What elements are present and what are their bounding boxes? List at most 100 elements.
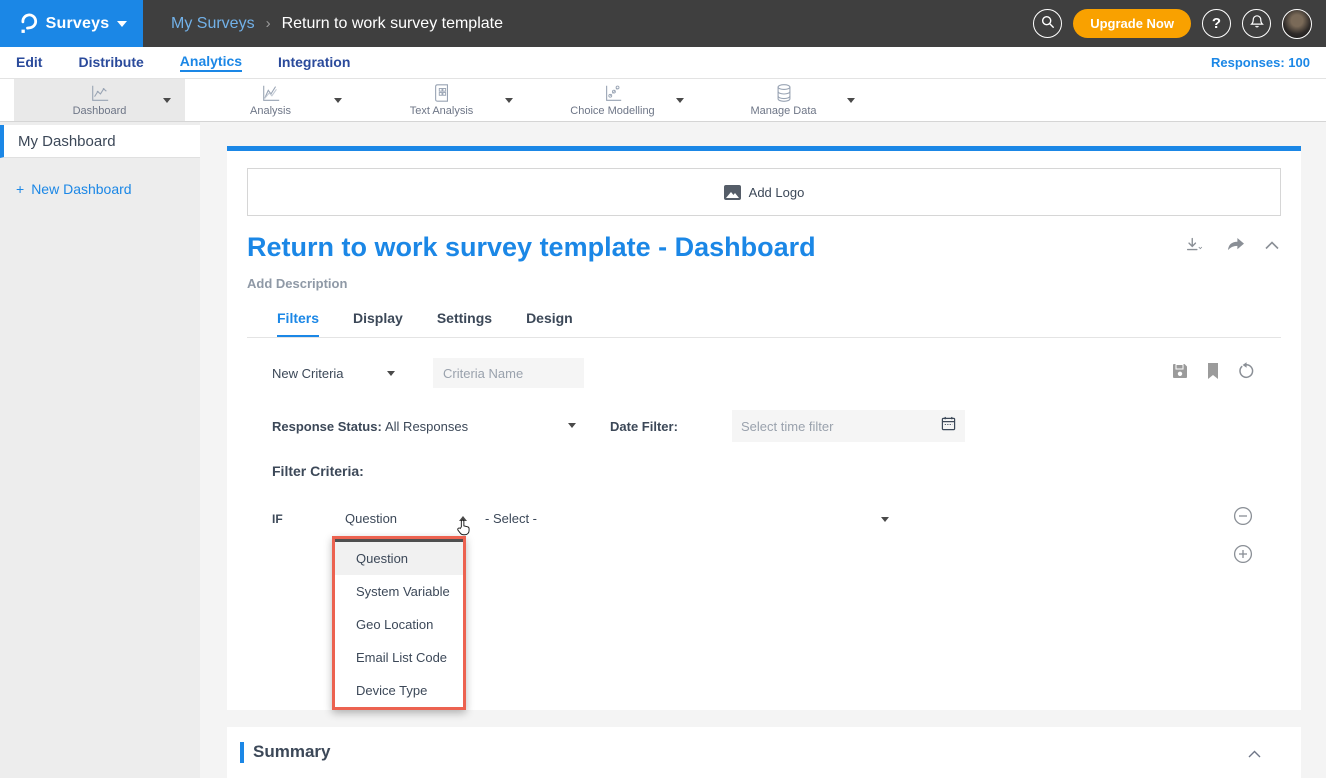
help-button[interactable]: ? xyxy=(1202,9,1231,38)
dropdown-option-geo-location[interactable]: Geo Location xyxy=(335,608,463,641)
toolbar-dashboard-label: Dashboard xyxy=(73,105,127,117)
if-label: IF xyxy=(272,512,283,526)
new-dashboard-label: New Dashboard xyxy=(31,181,131,197)
breadcrumb-my-surveys[interactable]: My Surveys xyxy=(171,15,255,33)
calendar-icon xyxy=(941,416,956,436)
card-accent-bar xyxy=(227,146,1301,151)
condition-value-select[interactable]: - Select - xyxy=(485,511,537,526)
dashboard-main-area: Add Logo Return to work survey template … xyxy=(200,122,1326,778)
date-filter-input[interactable] xyxy=(741,419,941,434)
new-dashboard-button[interactable]: + New Dashboard xyxy=(0,181,200,197)
title-action-icons xyxy=(1184,236,1279,254)
breadcrumb-separator: › xyxy=(266,15,271,32)
criteria-name-input[interactable] xyxy=(433,358,584,388)
toolbar-text-analysis-label: Text Analysis xyxy=(410,105,474,117)
chevron-down-icon[interactable] xyxy=(568,423,576,428)
filter-condition-row: IF Question - Select - xyxy=(272,509,1257,529)
avatar[interactable] xyxy=(1282,9,1312,39)
dropdown-option-question[interactable]: Question xyxy=(335,542,463,575)
subnav-analytics[interactable]: Analytics xyxy=(180,53,242,72)
bookmark-icon[interactable] xyxy=(1206,362,1220,385)
response-status-label: Response Status: xyxy=(272,419,382,434)
save-icon[interactable] xyxy=(1171,362,1189,385)
area-chart-icon xyxy=(260,83,282,103)
summary-collapse-button[interactable] xyxy=(1248,745,1261,763)
reset-icon[interactable] xyxy=(1237,362,1255,385)
toolbar-manage-data[interactable]: Manage Data xyxy=(698,79,869,121)
image-icon xyxy=(724,185,741,200)
survey-subnav: Edit Distribute Analytics Integration Re… xyxy=(0,47,1326,78)
chevron-down-icon[interactable] xyxy=(163,98,171,103)
tab-settings[interactable]: Settings xyxy=(437,310,492,337)
dropdown-option-system-variable[interactable]: System Variable xyxy=(335,575,463,608)
top-header-bar: Surveys My Surveys › Return to work surv… xyxy=(0,0,1326,47)
chevron-down-icon xyxy=(117,21,127,27)
add-condition-icon[interactable] xyxy=(1233,544,1253,569)
sidebar-item-my-dashboard[interactable]: My Dashboard xyxy=(0,125,200,158)
remove-condition-icon[interactable] xyxy=(1233,506,1253,531)
date-filter-field[interactable] xyxy=(732,410,965,442)
search-icon xyxy=(1041,15,1055,33)
plus-icon: + xyxy=(16,181,24,197)
breadcrumb-current-survey: Return to work survey template xyxy=(282,15,503,33)
condition-type-select[interactable]: Question xyxy=(345,511,397,526)
criteria-action-icons xyxy=(1171,362,1255,385)
summary-title: Summary xyxy=(253,742,330,762)
condition-row-actions xyxy=(1233,506,1253,569)
database-icon xyxy=(774,83,794,103)
date-filter-label: Date Filter: xyxy=(610,419,678,434)
document-grid-icon xyxy=(432,83,452,103)
toolbar-text-analysis[interactable]: Text Analysis xyxy=(356,79,527,121)
analytics-toolbar: Dashboard Analysis Text Analysis Choice … xyxy=(0,78,1326,122)
status-date-row: Response Status: All Responses Date Filt… xyxy=(272,410,1252,442)
subnav-integration[interactable]: Integration xyxy=(278,54,350,71)
subnav-distribute[interactable]: Distribute xyxy=(78,54,143,71)
subnav-edit[interactable]: Edit xyxy=(16,54,42,71)
tab-design[interactable]: Design xyxy=(526,310,573,337)
line-chart-icon xyxy=(89,83,111,103)
dashboard-sidebar: My Dashboard + New Dashboard xyxy=(0,122,200,778)
bell-icon xyxy=(1250,14,1264,33)
dashboard-tabs: Filters Display Settings Design xyxy=(247,310,1281,338)
criteria-select-value[interactable]: New Criteria xyxy=(272,366,387,381)
responses-count[interactable]: Responses: 100 xyxy=(1211,55,1310,70)
filter-criteria-label: Filter Criteria: xyxy=(272,463,364,479)
chevron-down-icon[interactable] xyxy=(334,98,342,103)
upgrade-now-button[interactable]: Upgrade Now xyxy=(1073,9,1191,38)
dashboard-card: Add Logo Return to work survey template … xyxy=(227,146,1301,710)
questionpro-logo-icon xyxy=(16,8,38,39)
dropdown-option-email-list-code[interactable]: Email List Code xyxy=(335,641,463,674)
chevron-up-icon[interactable] xyxy=(459,516,467,521)
chevron-down-icon[interactable] xyxy=(505,98,513,103)
response-status-select[interactable]: All Responses xyxy=(385,419,468,434)
tab-filters[interactable]: Filters xyxy=(277,310,319,337)
search-button[interactable] xyxy=(1033,9,1062,38)
chevron-down-icon[interactable] xyxy=(387,371,395,376)
share-button[interactable] xyxy=(1226,237,1245,253)
chevron-down-icon[interactable] xyxy=(847,98,855,103)
chevron-down-icon[interactable] xyxy=(676,98,684,103)
download-button[interactable] xyxy=(1184,236,1206,254)
tab-display[interactable]: Display xyxy=(353,310,403,337)
summary-accent-bar xyxy=(240,742,244,763)
toolbar-analysis-label: Analysis xyxy=(250,105,291,117)
toolbar-choice-modelling[interactable]: Choice Modelling xyxy=(527,79,698,121)
notifications-button[interactable] xyxy=(1242,9,1271,38)
toolbar-analysis[interactable]: Analysis xyxy=(185,79,356,121)
dashboard-title[interactable]: Return to work survey template - Dashboa… xyxy=(247,232,816,263)
collapse-section-button[interactable] xyxy=(1265,241,1279,250)
add-logo-label: Add Logo xyxy=(749,185,805,200)
dropdown-option-device-type[interactable]: Device Type xyxy=(335,674,463,707)
chevron-down-icon[interactable] xyxy=(881,517,889,522)
add-logo-dropzone[interactable]: Add Logo xyxy=(247,168,1281,216)
condition-type-dropdown: Question System Variable Geo Location Em… xyxy=(332,536,466,710)
summary-section: Summary xyxy=(227,727,1301,778)
product-switcher[interactable]: Surveys xyxy=(0,0,143,47)
toolbar-dashboard[interactable]: Dashboard xyxy=(14,79,185,121)
topbar-actions: Upgrade Now ? xyxy=(1033,0,1312,47)
criteria-select[interactable]: New Criteria xyxy=(272,358,395,388)
breadcrumb: My Surveys › Return to work survey templ… xyxy=(171,15,503,33)
toolbar-choice-modelling-label: Choice Modelling xyxy=(570,105,654,117)
add-description-field[interactable]: Add Description xyxy=(247,276,347,291)
toolbar-manage-data-label: Manage Data xyxy=(750,105,816,117)
